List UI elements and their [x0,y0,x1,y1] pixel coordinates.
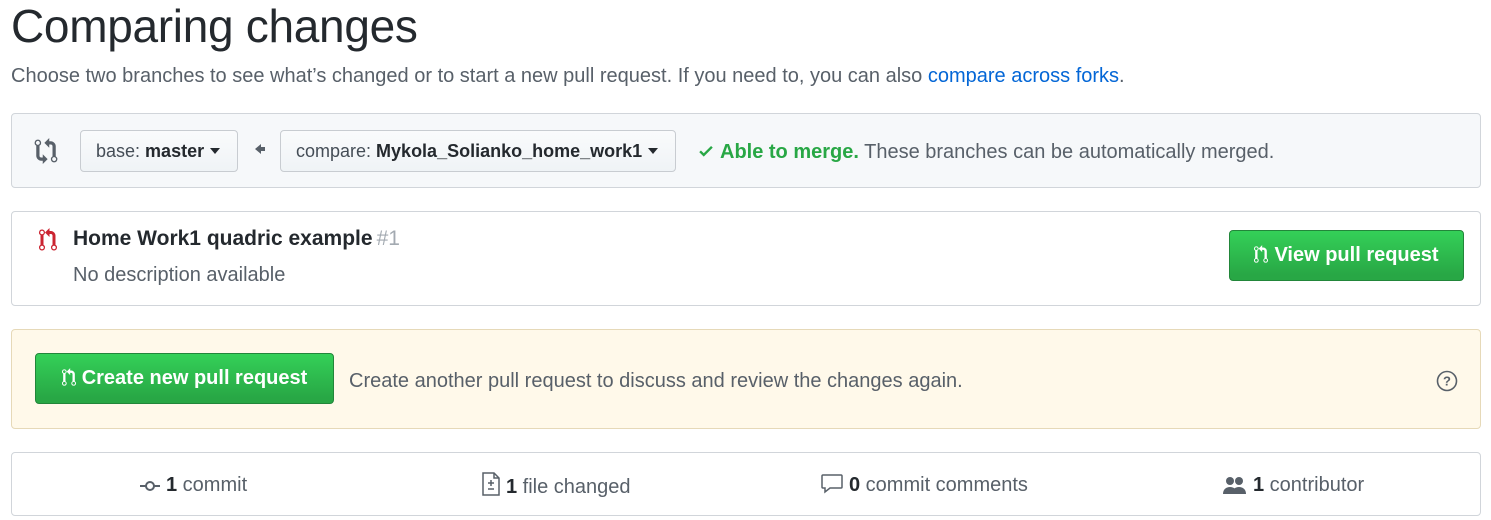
compare-prefix: compare: [296,141,377,161]
arrow-left-icon [255,144,265,154]
comments-label: commit comments [860,474,1028,496]
subtitle-suffix: . [1119,65,1125,87]
compare-branch-select[interactable]: compare: Mykola_Solianko_home_work1 [280,130,676,172]
base-branch-name: master [145,141,205,161]
commit-comments-stat[interactable]: 0 commit comments [821,472,1028,498]
contributors-label: contributor [1264,474,1365,496]
caret-down-icon [648,147,659,154]
check-icon [699,145,713,157]
git-commit-icon [140,481,160,491]
contributors-stat[interactable]: 1 contributor [1223,472,1364,498]
merge-status-text: These branches can be automatically merg… [858,141,1275,163]
pr-number: #1 [376,227,400,250]
git-pull-request-icon [61,368,76,386]
pr-title-text[interactable]: Home Work1 quadric example [73,227,373,250]
compare-across-forks-link[interactable]: compare across forks [928,65,1119,87]
comments-count: 0 [849,474,861,496]
pr-title: Home Work1 quadric example #1 [73,226,400,252]
merge-status: Able to merge. These branches can be aut… [696,139,1274,165]
pr-description: No description available [73,264,286,286]
caret-down-icon [210,147,221,154]
files-label: file changed [517,476,631,498]
contributors-count: 1 [1253,474,1265,496]
question-icon[interactable]: ? [1436,370,1458,392]
base-branch-select[interactable]: base: master [80,130,238,172]
create-pr-hint: Create another pull request to discuss a… [349,370,963,392]
commits-count: 1 [166,474,178,496]
comparison-stats: 1 commit 1 file changed 0 commit comment… [11,452,1481,516]
merge-ok-label: Able to merge. [720,141,859,163]
subtitle-text: Choose two branches to see what’s change… [11,65,928,87]
commits-label: commit [177,474,248,496]
view-pull-request-button[interactable]: View pull request [1229,230,1464,281]
files-changed-stat[interactable]: 1 file changed [482,472,631,500]
commits-stat[interactable]: 1 commit [140,472,247,498]
page-subtitle: Choose two branches to see what’s change… [11,63,1125,89]
svg-text:?: ? [1443,374,1451,389]
comment-icon [821,474,843,494]
existing-pull-request: Home Work1 quadric example #1 No descript… [11,211,1481,306]
page-title: Comparing changes [11,0,418,52]
compare-branch-name: Mykola_Solianko_home_work1 [376,141,643,161]
branch-range-editor: base: master compare: Mykola_Solianko_ho… [11,113,1481,188]
git-pull-request-icon [39,228,57,251]
create-pull-request-button[interactable]: Create new pull request [35,353,334,404]
view-pull-request-label: View pull request [1274,244,1439,266]
files-count: 1 [506,476,518,498]
create-pull-request-box: Create new pull request Create another p… [11,329,1481,429]
file-diff-icon [482,472,500,496]
git-pull-request-icon [1254,245,1269,263]
base-prefix: base: [96,141,146,161]
git-compare-icon [34,138,58,164]
people-icon [1223,477,1246,494]
create-pull-request-label: Create new pull request [81,367,308,389]
